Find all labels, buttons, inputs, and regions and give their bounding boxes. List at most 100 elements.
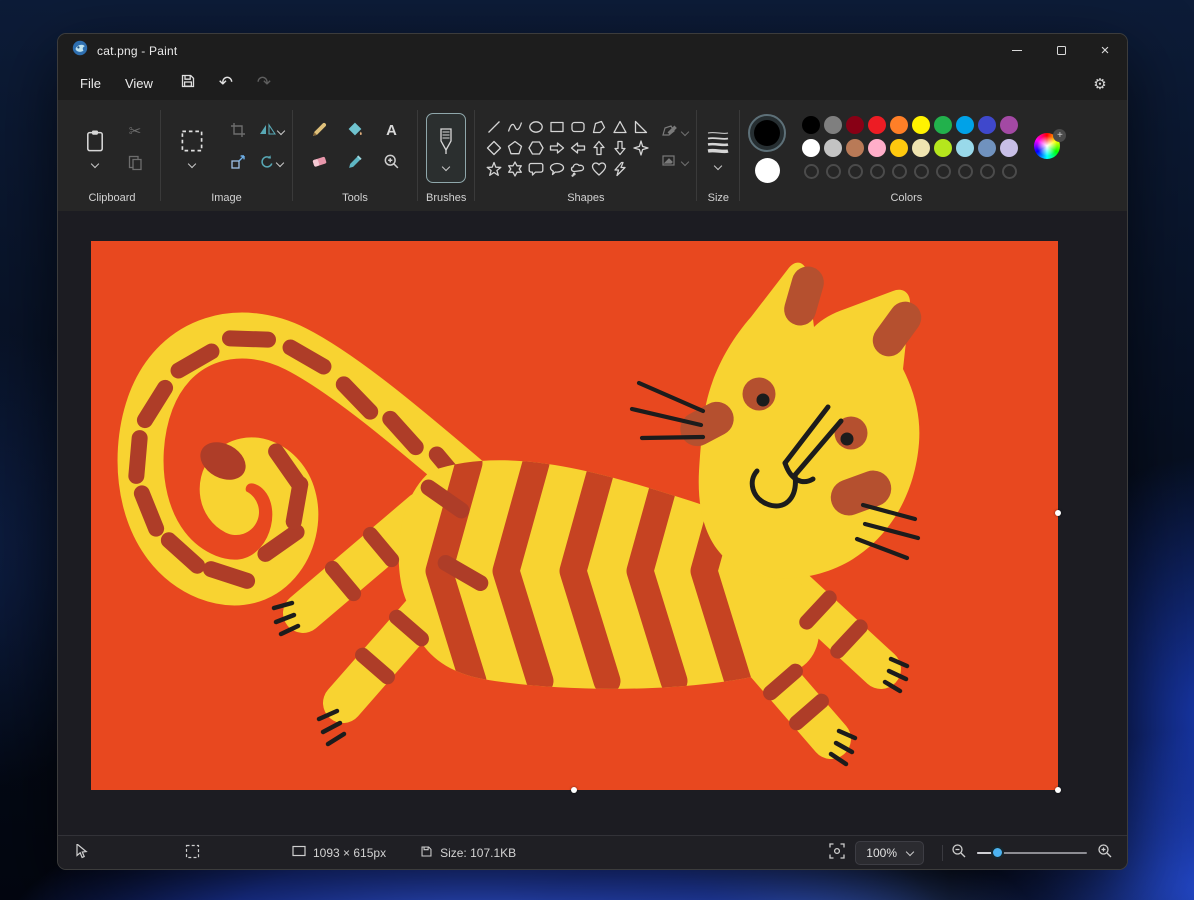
cat-drawing[interactable] bbox=[91, 241, 1058, 790]
shape-callout-oval[interactable] bbox=[547, 159, 567, 179]
palette-swatch[interactable] bbox=[890, 139, 908, 157]
palette-swatch[interactable] bbox=[934, 116, 952, 134]
shape-diamond-icon bbox=[486, 140, 502, 156]
custom-color-slot[interactable] bbox=[826, 164, 841, 179]
palette-swatch[interactable] bbox=[978, 139, 996, 157]
shape-hexagon[interactable] bbox=[526, 138, 546, 158]
shape-curve[interactable] bbox=[505, 117, 525, 137]
edit-colors-button[interactable]: + bbox=[1034, 133, 1064, 163]
palette-swatch[interactable] bbox=[802, 116, 820, 134]
shape-fill-button[interactable] bbox=[661, 153, 688, 173]
menu-file[interactable]: File bbox=[68, 72, 113, 95]
palette-swatch[interactable] bbox=[978, 116, 996, 134]
palette-swatch[interactable] bbox=[1000, 116, 1018, 134]
selection-handle-bottom[interactable] bbox=[571, 787, 577, 793]
drawing-canvas[interactable] bbox=[91, 241, 1058, 790]
rotate-button[interactable] bbox=[259, 154, 284, 175]
shape-heart[interactable] bbox=[589, 159, 609, 179]
palette-swatch[interactable] bbox=[802, 139, 820, 157]
selection-handle-right[interactable] bbox=[1055, 510, 1061, 516]
redo-icon: ↷ bbox=[257, 75, 271, 92]
eraser-tool-button[interactable] bbox=[302, 149, 336, 179]
maximize-button[interactable] bbox=[1039, 34, 1083, 67]
palette-swatch[interactable] bbox=[1000, 139, 1018, 157]
palette-swatch[interactable] bbox=[846, 116, 864, 134]
size-button[interactable] bbox=[705, 128, 731, 169]
settings-button[interactable]: ⚙ bbox=[1085, 71, 1115, 97]
zoom-slider-thumb[interactable] bbox=[991, 846, 1004, 859]
custom-color-slot[interactable] bbox=[980, 164, 995, 179]
palette-swatch[interactable] bbox=[868, 139, 886, 157]
shape-lightning[interactable] bbox=[610, 159, 630, 179]
zoom-in-button[interactable] bbox=[1097, 843, 1113, 862]
custom-color-slot[interactable] bbox=[804, 164, 819, 179]
selection-handle-corner[interactable] bbox=[1055, 787, 1061, 793]
zoom-out-button[interactable] bbox=[951, 843, 967, 862]
shape-rectangle[interactable] bbox=[547, 117, 567, 137]
custom-color-slot[interactable] bbox=[936, 164, 951, 179]
shape-arrow-left[interactable] bbox=[568, 138, 588, 158]
shape-pentagon[interactable] bbox=[505, 138, 525, 158]
palette-swatch[interactable] bbox=[912, 139, 930, 157]
flip-button[interactable] bbox=[259, 122, 284, 142]
fit-to-screen-button[interactable] bbox=[829, 843, 845, 862]
shape-callout-cloud[interactable] bbox=[568, 159, 588, 179]
shape-outline-button[interactable] bbox=[661, 123, 688, 143]
pencil-tool-button[interactable] bbox=[302, 117, 336, 147]
shape-arrow-right[interactable] bbox=[547, 138, 567, 158]
palette-swatch[interactable] bbox=[890, 116, 908, 134]
zoom-slider[interactable] bbox=[977, 846, 1087, 860]
save-button[interactable] bbox=[173, 71, 203, 97]
color1-selector[interactable] bbox=[748, 114, 786, 152]
picker-tool-button[interactable] bbox=[338, 149, 372, 179]
shape-six-point-star[interactable] bbox=[505, 159, 525, 179]
shape-oval[interactable] bbox=[526, 117, 546, 137]
magnifier-tool-button[interactable] bbox=[374, 149, 408, 179]
select-button[interactable] bbox=[169, 114, 215, 182]
color2-selector[interactable] bbox=[755, 158, 780, 183]
copy-button[interactable] bbox=[118, 150, 152, 180]
shape-callout-rounded[interactable] bbox=[526, 159, 546, 179]
cut-button[interactable]: ✂ bbox=[118, 116, 152, 146]
shape-callout-oval-icon bbox=[549, 161, 565, 177]
brushes-button[interactable] bbox=[426, 113, 466, 183]
custom-color-slot[interactable] bbox=[958, 164, 973, 179]
custom-color-slot[interactable] bbox=[892, 164, 907, 179]
redo-button[interactable]: ↷ bbox=[249, 71, 279, 97]
menu-view[interactable]: View bbox=[113, 72, 165, 95]
titlebar[interactable]: cat.png - Paint × bbox=[58, 34, 1127, 67]
shape-five-point-star[interactable] bbox=[484, 159, 504, 179]
custom-color-slot[interactable] bbox=[1002, 164, 1017, 179]
shape-arrow-up[interactable] bbox=[589, 138, 609, 158]
palette-swatch[interactable] bbox=[956, 116, 974, 134]
shape-arrow-down[interactable] bbox=[610, 138, 630, 158]
custom-color-slot[interactable] bbox=[870, 164, 885, 179]
fill-tool-button[interactable] bbox=[338, 117, 372, 147]
custom-color-slot[interactable] bbox=[914, 164, 929, 179]
palette-swatch[interactable] bbox=[846, 139, 864, 157]
custom-color-slot[interactable] bbox=[848, 164, 863, 179]
shape-polygon[interactable] bbox=[589, 117, 609, 137]
shape-line[interactable] bbox=[484, 117, 504, 137]
shape-right-triangle[interactable] bbox=[631, 117, 651, 137]
palette-swatch[interactable] bbox=[824, 139, 842, 157]
palette-swatch[interactable] bbox=[868, 116, 886, 134]
shape-four-point-star[interactable] bbox=[631, 138, 651, 158]
palette-swatch[interactable] bbox=[824, 116, 842, 134]
paste-button[interactable] bbox=[72, 114, 118, 182]
palette-swatch[interactable] bbox=[912, 116, 930, 134]
crop-button[interactable] bbox=[221, 117, 255, 147]
palette-swatch[interactable] bbox=[956, 139, 974, 157]
shape-rounded-rectangle[interactable] bbox=[568, 117, 588, 137]
resize-icon bbox=[230, 154, 246, 175]
resize-button[interactable] bbox=[221, 149, 255, 179]
zoom-level-select[interactable]: 100% bbox=[855, 841, 924, 865]
minimize-button[interactable] bbox=[995, 34, 1039, 67]
text-tool-button[interactable]: A bbox=[374, 117, 408, 147]
shape-triangle[interactable] bbox=[610, 117, 630, 137]
shape-diamond[interactable] bbox=[484, 138, 504, 158]
close-button[interactable]: × bbox=[1083, 34, 1127, 67]
color-palette bbox=[800, 114, 1020, 183]
palette-swatch[interactable] bbox=[934, 139, 952, 157]
undo-button[interactable]: ↶ bbox=[211, 71, 241, 97]
